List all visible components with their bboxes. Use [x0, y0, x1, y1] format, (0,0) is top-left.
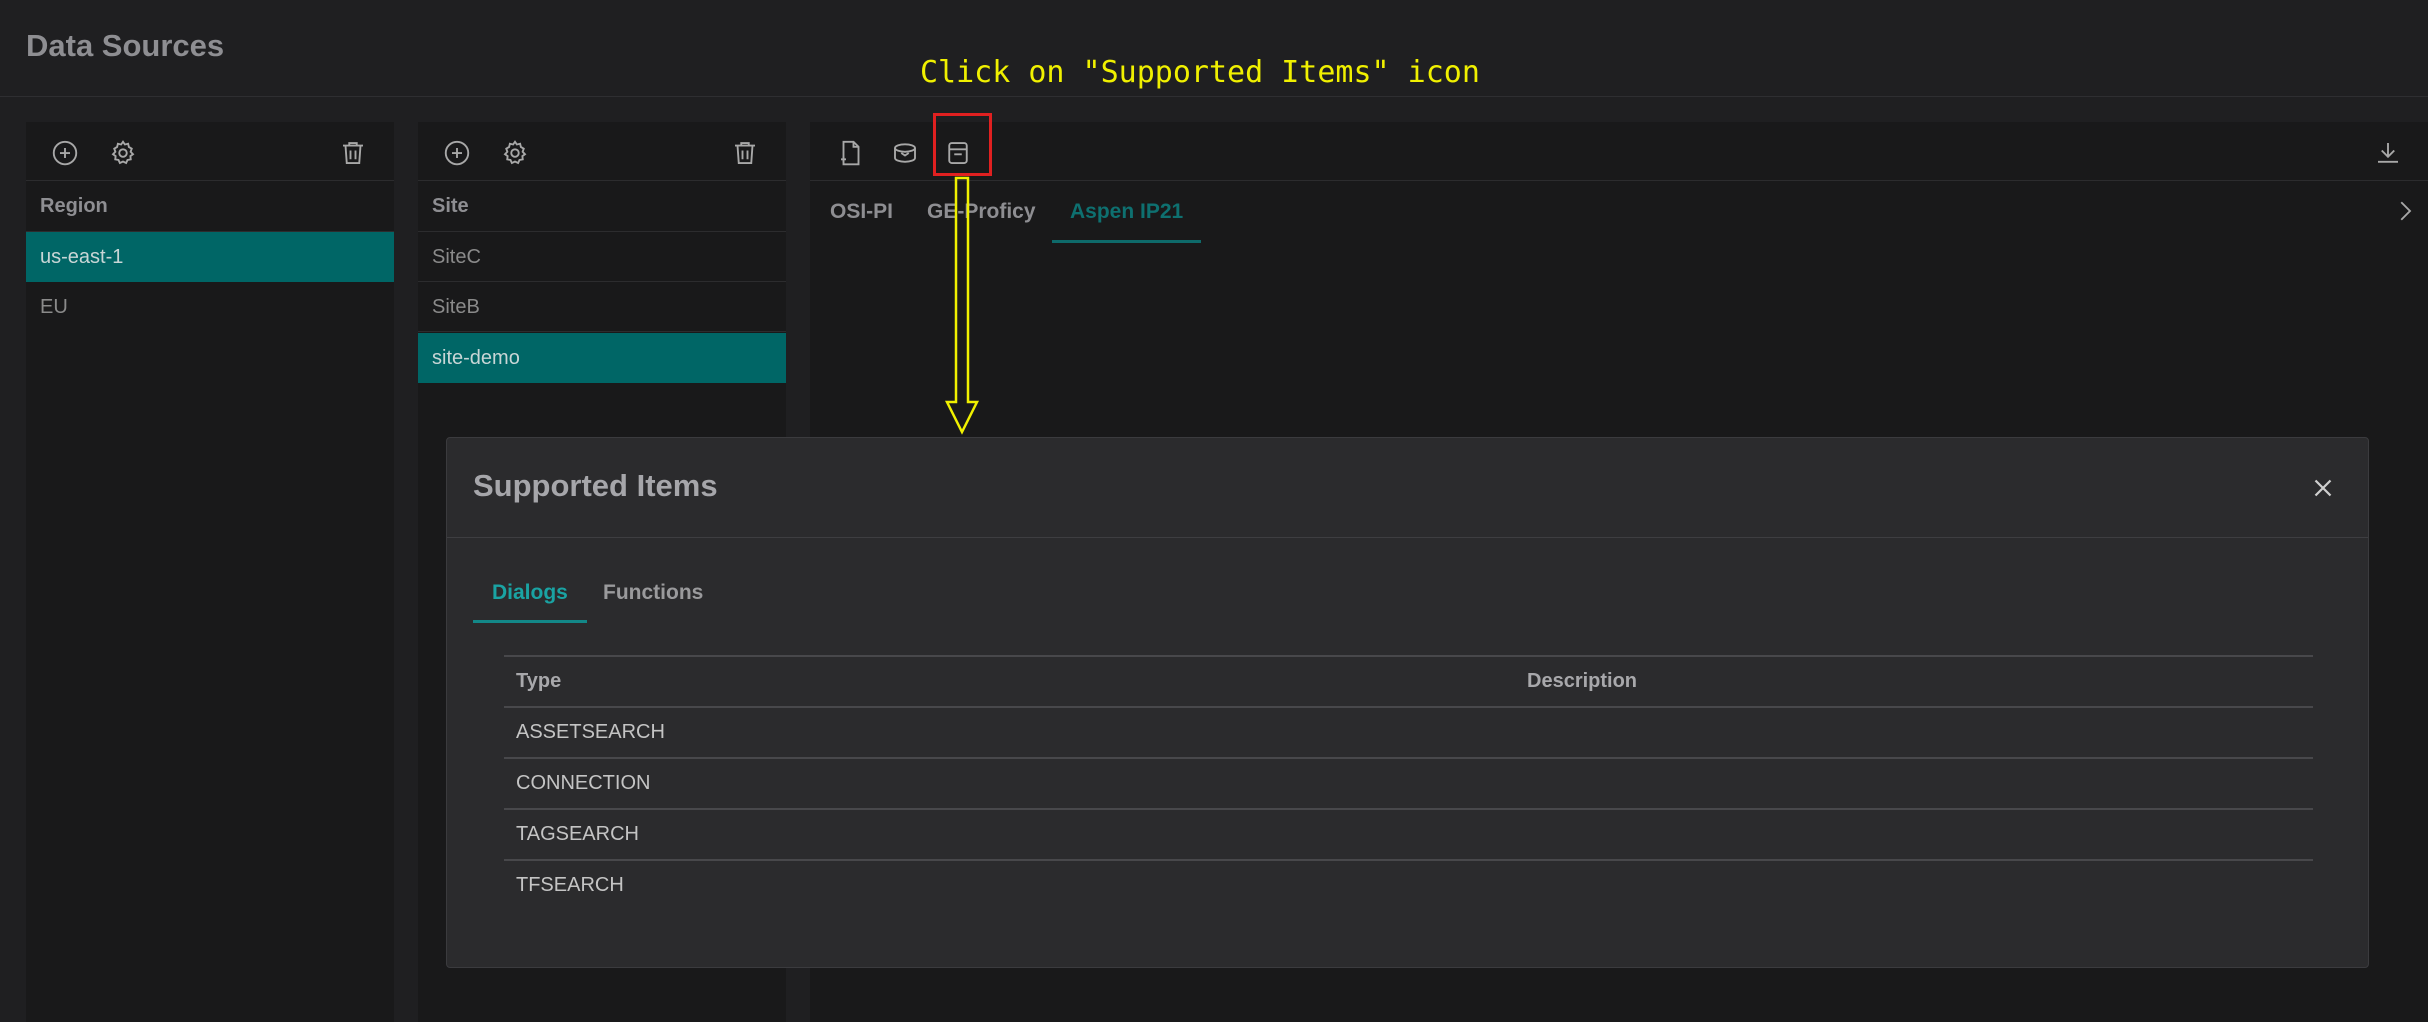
cell-type: ASSETSEARCH [516, 721, 665, 743]
column-header-description: Description [1527, 670, 1638, 692]
site-item-sitec[interactable]: SiteC [418, 232, 786, 282]
data-source-tabs: OSI-PI GE-Proficy Aspen IP21 [810, 180, 2428, 244]
database-icon [894, 143, 916, 163]
site-item-siteb[interactable]: SiteB [418, 282, 786, 332]
dialog-title: Supported Items [473, 468, 718, 503]
download-button[interactable] [2371, 136, 2405, 170]
region-settings-button[interactable] [106, 136, 140, 170]
column-header-type: Type [516, 670, 562, 692]
tabs-scroll-right-button[interactable] [2388, 194, 2422, 228]
add-icon [444, 140, 470, 166]
tab-osi-pi[interactable]: OSI-PI [830, 181, 893, 243]
page-title: Data Sources [26, 28, 225, 63]
site-toolbar [418, 122, 786, 178]
region-panel: Region us-east-1 EU [26, 122, 394, 1022]
table-row: TAGSEARCH [504, 810, 2313, 861]
region-item-us-east-1[interactable]: us-east-1 [26, 232, 394, 282]
site-item-site-demo[interactable]: site-demo [418, 333, 786, 383]
table-header-row: Type Description [504, 657, 2313, 708]
delete-region-button[interactable] [336, 136, 370, 170]
annotation-instruction: Click on "Supported Items" icon [920, 55, 1480, 90]
site-column-header: Site [418, 180, 786, 232]
delete-site-button[interactable] [728, 136, 762, 170]
close-icon [2314, 479, 2332, 497]
add-region-button[interactable] [48, 136, 82, 170]
data-source-toolbar [810, 122, 2428, 178]
download-icon [2378, 143, 2398, 163]
trash-icon [735, 142, 755, 164]
database-button[interactable] [888, 136, 922, 170]
cell-type: CONNECTION [516, 772, 651, 794]
region-toolbar [26, 122, 394, 178]
dialog-header: Supported Items [447, 438, 2368, 538]
cell-type: TAGSEARCH [516, 823, 639, 845]
cell-type: TFSEARCH [516, 874, 624, 896]
close-button[interactable] [2308, 473, 2338, 503]
site-settings-button[interactable] [498, 136, 532, 170]
supported-items-dialog: Supported Items Dialogs Functions Type D… [446, 437, 2369, 968]
tab-aspen-ip21[interactable]: Aspen IP21 [1052, 181, 1202, 243]
gear-icon [503, 140, 527, 165]
annotation-highlight-box [933, 113, 992, 176]
region-column-header: Region [26, 180, 394, 232]
add-icon [52, 140, 78, 166]
table-row: ASSETSEARCH [504, 708, 2313, 759]
annotation-arrow-icon [944, 176, 980, 435]
region-item-eu[interactable]: EU [26, 282, 394, 332]
table-row: TFSEARCH [504, 861, 2313, 912]
new-file-icon [841, 140, 860, 166]
add-site-button[interactable] [440, 136, 474, 170]
tab-dialogs[interactable]: Dialogs [473, 568, 587, 623]
table-row: CONNECTION [504, 759, 2313, 810]
supported-items-table: Type Description ASSETSEARCH CONNECTION … [504, 655, 2313, 912]
trash-icon [343, 142, 363, 164]
gear-icon [111, 140, 135, 165]
new-source-button[interactable] [834, 136, 868, 170]
chevron-right-icon [2400, 201, 2412, 221]
tab-functions[interactable]: Functions [584, 568, 722, 623]
